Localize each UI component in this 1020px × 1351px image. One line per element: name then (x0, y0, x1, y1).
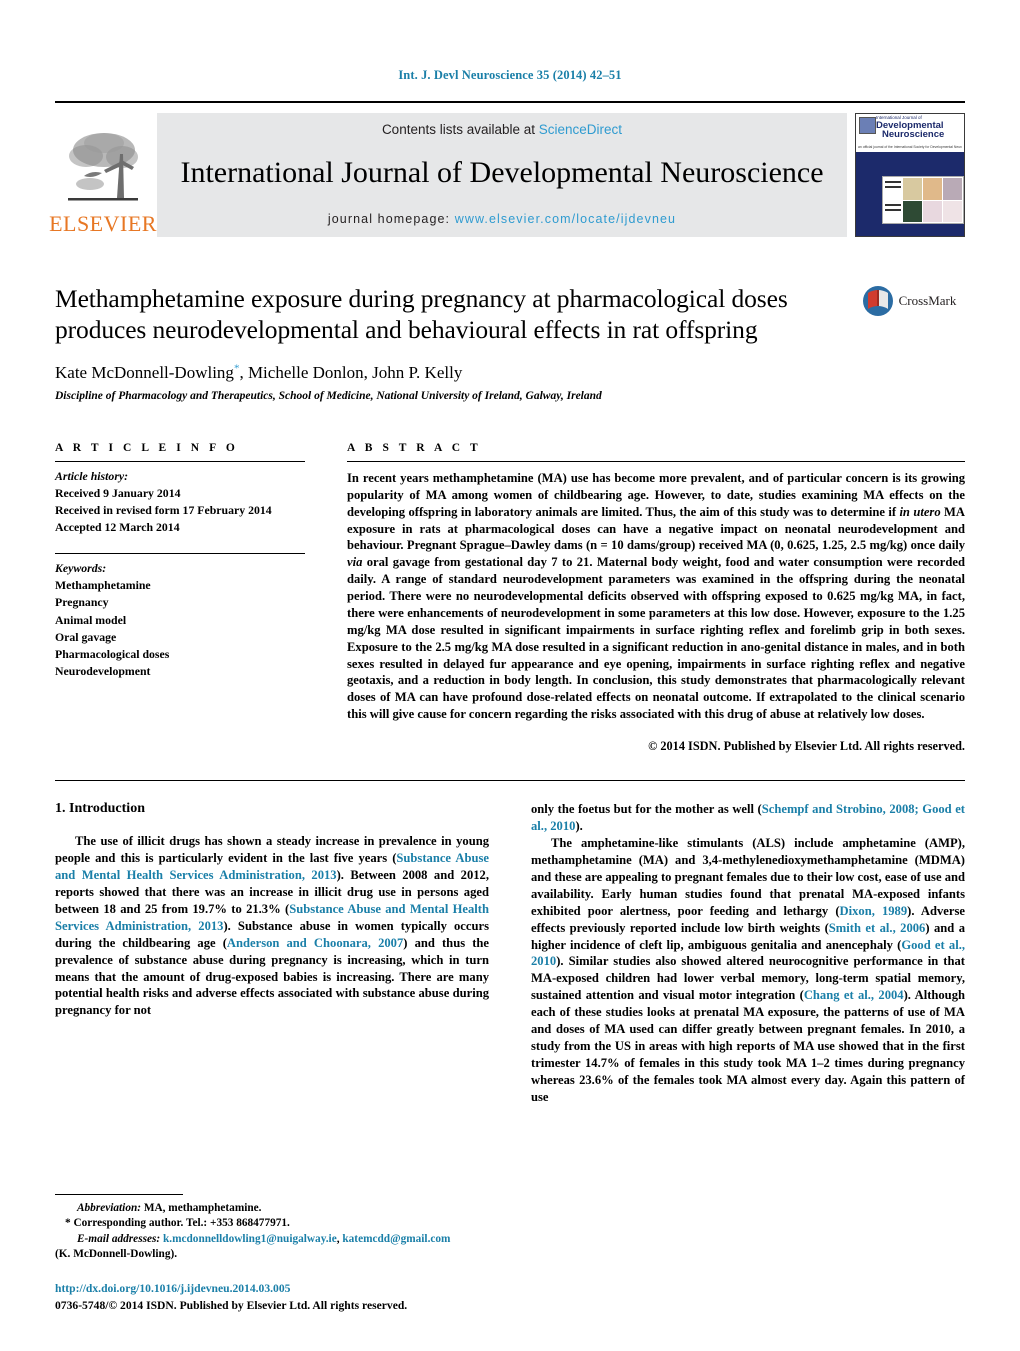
info-abstract-section: A R T I C L E I N F O Article history: R… (55, 442, 965, 754)
text-run: ). (575, 818, 583, 833)
email-link-2[interactable]: katemcdd@gmail.com (342, 1233, 450, 1245)
article-history-label: Article history: (55, 468, 129, 483)
author-list: Kate McDonnell-Dowling*, Michelle Donlon… (55, 362, 845, 383)
journal-title: International Journal of Developmental N… (180, 156, 824, 189)
homepage-prefix: journal homepage: (327, 212, 455, 226)
keyword-item: Methamphetamine (55, 578, 151, 593)
sciencedirect-link[interactable]: ScienceDirect (539, 122, 622, 137)
elsevier-wordmark: ELSEVIER (49, 211, 157, 236)
cover-panel (923, 200, 942, 222)
paper-page: Int. J. Devl Neuroscience 35 (2014) 42–5… (0, 0, 1020, 1351)
keyword-item: Neurodevelopment (55, 663, 151, 678)
keywords-label: Keywords: (55, 561, 107, 576)
contents-prefix: Contents lists available at (381, 122, 539, 137)
elsevier-logo: ELSEVIER (49, 113, 156, 237)
paragraph: The amphetamine-like stimulants (ALS) in… (531, 835, 965, 1106)
corresponding-author-marker: * (233, 362, 240, 375)
issn-copyright-line: 0736-5748/© 2014 ISDN. Published by Else… (55, 1299, 408, 1313)
title-block: Methamphetamine exposure during pregnanc… (55, 283, 965, 402)
doi-link[interactable]: http://dx.doi.org/10.1016/j.ijdevneu.201… (55, 1281, 575, 1298)
affiliation: Discipline of Pharmacology and Therapeut… (55, 389, 602, 402)
cover-title-text: International Journal of Developmental N… (876, 115, 945, 141)
abstract-italic-1: in utero (899, 504, 941, 519)
abbreviation-footnote: Abbreviation: MA, methamphetamine. (55, 1201, 495, 1217)
cover-panel-label (884, 178, 902, 200)
citation-link[interactable]: Dixon, 1989 (840, 904, 908, 918)
article-info-heading: A R T I C L E I N F O (55, 441, 239, 454)
history-item: Received in revised form 17 February 201… (55, 503, 272, 518)
copyright-line: © 2014 ISDN. Published by Elsevier Ltd. … (648, 739, 965, 753)
abstract-part-3: oral gavage from gestational day 7 to 21… (347, 555, 965, 722)
abstract-column: A B S T R A C T In recent years methamph… (347, 442, 965, 754)
crossmark-label: CrossMark (898, 293, 957, 308)
email-attribution: (K. McDonnell-Dowling). (55, 1248, 178, 1261)
paragraph: The use of illicit drugs has shown a ste… (55, 833, 489, 1019)
keyword-item: Pregnancy (55, 595, 109, 610)
cover-panel (923, 178, 942, 200)
text-run: only the foetus but for the mother as we… (531, 802, 762, 816)
keyword-item: Oral gavage (55, 629, 117, 644)
crossmark-badge[interactable]: CrossMark (853, 285, 965, 317)
doi-block: http://dx.doi.org/10.1016/j.ijdevneu.201… (55, 1281, 575, 1315)
keywords-group: Keywords: Methamphetamine Pregnancy Anim… (55, 554, 305, 680)
crossmark-icon (862, 286, 893, 316)
divider (55, 780, 965, 781)
article-history-group: Article history: Received 9 January 2014… (55, 462, 305, 536)
authors-text: Kate McDonnell-Dowling*, Michelle Donlon… (55, 362, 463, 382)
elsevier-tree-icon (68, 133, 138, 201)
email-label: E-mail addresses: (77, 1232, 161, 1245)
cover-logo-square (859, 117, 876, 134)
body-column-right: only the foetus but for the mother as we… (531, 801, 965, 1106)
homepage-url-link[interactable]: www.elsevier.com/locate/ijdevneu (455, 212, 676, 226)
citation-link[interactable]: Smith et al., 2006 (829, 921, 926, 935)
cover-subtitle-text: an official journal of the International… (858, 145, 962, 149)
paragraph: only the foetus but for the mother as we… (531, 801, 965, 835)
journal-homepage-line: journal homepage: www.elsevier.com/locat… (167, 212, 837, 226)
text-run: ). Although each of these studies looks … (531, 988, 965, 1104)
citation-link[interactable]: Anderson and Choonara, 2007 (227, 936, 403, 950)
history-item: Received 9 January 2014 (55, 485, 181, 500)
email-footnote: E-mail addresses: k.mcdonnelldowling1@nu… (55, 1232, 495, 1248)
body-column-left: 1. Introduction The use of illicit drugs… (55, 801, 489, 1106)
abstract-text: In recent years methamphetamine (MA) use… (347, 462, 965, 723)
cover-panel (903, 178, 922, 200)
contents-list-line: Contents lists available at ScienceDirec… (167, 122, 837, 137)
citation-link[interactable]: Chang et al., 2004 (804, 988, 904, 1002)
journal-cover-thumbnail: International Journal of Developmental N… (855, 113, 965, 237)
abstract-part-1: In recent years methamphetamine (MA) use… (347, 470, 965, 519)
running-head: Int. J. Devl Neuroscience 35 (2014) 42–5… (398, 68, 622, 82)
body-columns: 1. Introduction The use of illicit drugs… (55, 801, 965, 1106)
email-link-1[interactable]: k.mcdonnelldowling1@nuigalway.ie (163, 1233, 337, 1245)
divider (55, 1193, 183, 1195)
section-heading-introduction: 1. Introduction (55, 801, 145, 816)
cover-panel (943, 178, 962, 200)
keyword-item: Pharmacological doses (55, 646, 170, 661)
abstract-heading: A B S T R A C T (347, 441, 482, 454)
abbreviation-text: MA, methamphetamine. (141, 1201, 262, 1214)
abstract-italic-2: via (347, 555, 363, 570)
keyword-item: Animal model (55, 612, 127, 627)
cover-panel (903, 200, 922, 222)
article-info-column: A R T I C L E I N F O Article history: R… (55, 442, 305, 754)
cover-panel (943, 200, 962, 222)
footnote-block: Abbreviation: MA, methamphetamine. * Cor… (55, 1193, 495, 1263)
abbreviation-label: Abbreviation: (77, 1201, 142, 1214)
corresponding-author-footnote: * Corresponding author. Tel.: +353 86847… (65, 1217, 290, 1230)
cover-panel-label (884, 200, 902, 222)
banner-center: Contents lists available at ScienceDirec… (157, 113, 847, 237)
history-item: Accepted 12 March 2014 (55, 520, 180, 535)
page-title: Methamphetamine exposure during pregnanc… (55, 284, 788, 345)
journal-banner: ELSEVIER Contents lists available at Sci… (49, 101, 965, 237)
cover-image-panels (882, 176, 964, 224)
